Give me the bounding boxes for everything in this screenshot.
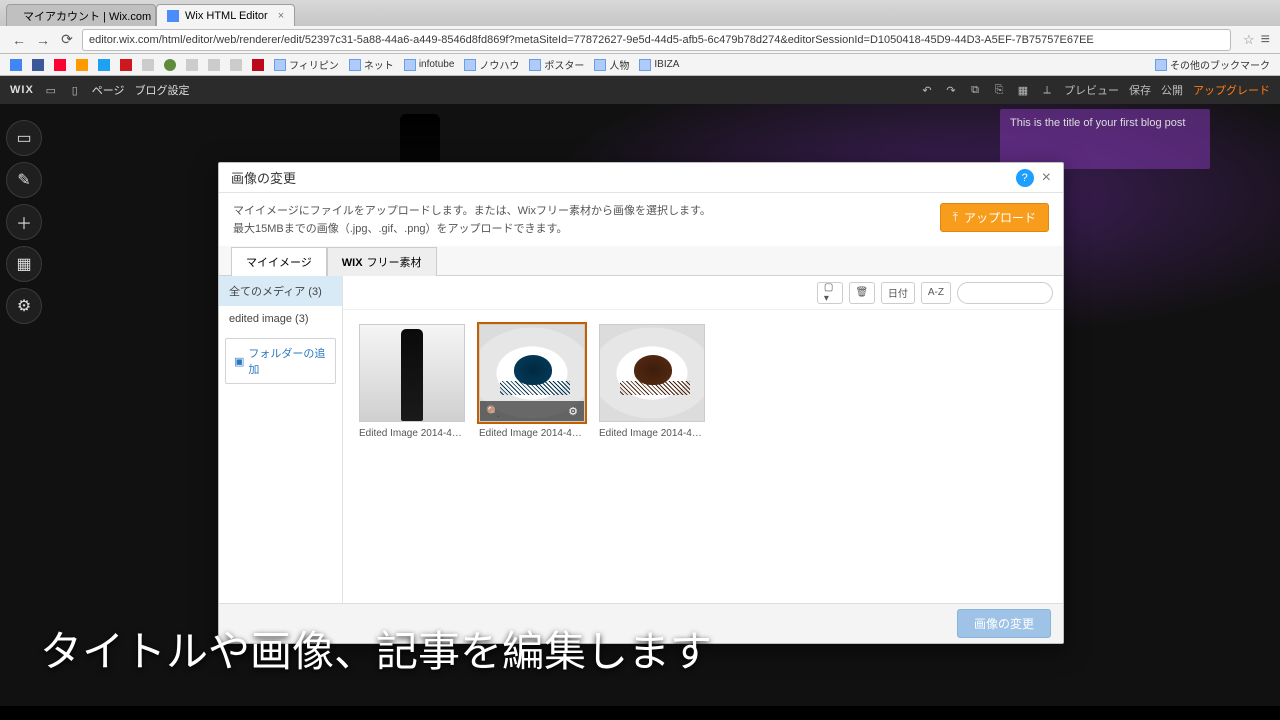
twitter-icon xyxy=(98,59,110,71)
folder-icon xyxy=(594,59,606,71)
add-folder-button[interactable]: ▣ フォルダーの追加 xyxy=(225,338,336,384)
gear-icon[interactable]: ⚙ xyxy=(568,405,578,418)
url-text: editor.wix.com/html/editor/web/renderer/… xyxy=(89,34,1094,46)
tab-title: マイアカウント | Wix.com xyxy=(23,8,151,24)
facebook-icon xyxy=(32,59,44,71)
chrome-menu-icon[interactable]: ≡ xyxy=(1261,31,1270,49)
media-thumb[interactable]: Edited Image 2014-4-29-... xyxy=(599,324,705,439)
upload-button[interactable]: ⤒ アップロード xyxy=(940,203,1049,232)
browser-tab[interactable]: Wix HTML Editor × xyxy=(156,4,295,26)
thumb-image xyxy=(359,324,465,422)
modal-body: 全てのメディア (3) edited image (3) ▣ フォルダーの追加 … xyxy=(219,276,1063,603)
bookmark-item[interactable] xyxy=(120,59,132,71)
tab-my-images[interactable]: マイイメージ xyxy=(231,247,327,276)
media-thumb[interactable]: Edited Image 2014-4-29-... xyxy=(359,324,465,439)
thumb-overlay: 🔍 ⚙ xyxy=(480,401,584,421)
sort-date-button[interactable]: 日付 xyxy=(881,282,915,304)
sort-az-button[interactable]: A-Z xyxy=(921,282,951,304)
bookmark-item[interactable] xyxy=(10,59,22,71)
bookmark-folder[interactable]: ポスター xyxy=(529,57,584,72)
search-wrap: 🔍 xyxy=(957,282,1053,304)
video-bottom-bar xyxy=(0,706,1280,720)
bookmark-item[interactable] xyxy=(98,59,110,71)
select-toggle[interactable]: ▢ ▾ xyxy=(817,282,843,304)
folder-icon xyxy=(529,59,541,71)
sidebar-item-all-media[interactable]: 全てのメディア (3) xyxy=(219,276,342,306)
page-content: WIX ▭ ▯ ページ ブログ設定 ↶ ↷ ⧉ ⎘ ▦ ⟂ プレビュー 保存 公… xyxy=(0,76,1280,720)
bookmark-item[interactable] xyxy=(186,59,198,71)
media-thumb[interactable]: 🔍 ⚙ Edited Image 2014-4-29-... xyxy=(479,324,585,439)
google-icon xyxy=(10,59,22,71)
folder-icon xyxy=(1155,59,1167,71)
bookmark-folder[interactable]: ネット xyxy=(349,57,394,72)
gallery: Edited Image 2014-4-29-... 🔍 ⚙ Edited Im… xyxy=(343,310,1063,603)
bookmark-folder[interactable]: フィリピン xyxy=(274,57,339,72)
search-input[interactable] xyxy=(957,282,1053,304)
url-field[interactable]: editor.wix.com/html/editor/web/renderer/… xyxy=(82,29,1231,51)
sidebar-item-edited[interactable]: edited image (3) xyxy=(219,306,342,332)
folder-icon xyxy=(349,59,361,71)
youtube-icon xyxy=(54,59,66,71)
bookmark-item[interactable] xyxy=(54,59,66,71)
pinterest-icon xyxy=(252,59,264,71)
bookmark-item[interactable] xyxy=(164,59,176,71)
modal-description-row: マイイメージにファイルをアップロードします。または、Wixフリー素材から画像を選… xyxy=(219,193,1063,246)
upload-icon: ⤒ xyxy=(953,210,958,225)
folder-icon xyxy=(274,59,286,71)
gallery-wrap: ▢ ▾ 🗑 日付 A-Z 🔍 Edited Image 2014-4-29-..… xyxy=(343,276,1063,603)
tab-wix-free[interactable]: WIXフリー素材 xyxy=(327,247,437,276)
reload-icon[interactable]: ⟳ xyxy=(58,31,76,49)
wiki-icon xyxy=(142,59,154,71)
other-bookmarks[interactable]: その他のブックマーク xyxy=(1155,57,1270,72)
bookmark-folder[interactable]: infotube xyxy=(404,59,455,71)
image-change-modal: 画像の変更 ? × マイイメージにファイルをアップロードします。または、Wixフ… xyxy=(218,162,1064,644)
modal-description: マイイメージにファイルをアップロードします。または、Wixフリー素材から画像を選… xyxy=(233,203,711,238)
bookmark-folder[interactable]: ノウハウ xyxy=(464,57,519,72)
help-icon[interactable]: ? xyxy=(1016,169,1034,187)
generic-icon xyxy=(208,59,220,71)
bookmark-item[interactable] xyxy=(142,59,154,71)
modal-footer: 画像の変更 xyxy=(219,603,1063,643)
bookmark-item[interactable] xyxy=(76,59,88,71)
gallery-toolbar: ▢ ▾ 🗑 日付 A-Z 🔍 xyxy=(343,276,1063,310)
modal-header: 画像の変更 ? × xyxy=(219,163,1063,193)
zoom-icon[interactable]: 🔍 xyxy=(486,405,500,418)
folder-icon xyxy=(404,59,416,71)
address-bar: ← → ⟳ editor.wix.com/html/editor/web/ren… xyxy=(0,26,1280,54)
bookmark-star-icon[interactable]: ☆ xyxy=(1243,32,1255,48)
browser-tab-strip: マイアカウント | Wix.com × Wix HTML Editor × xyxy=(0,0,1280,26)
favicon-icon xyxy=(167,10,179,22)
bookmark-item[interactable] xyxy=(252,59,264,71)
amazon-icon xyxy=(76,59,88,71)
folder-icon xyxy=(639,59,651,71)
apply-button[interactable]: 画像の変更 xyxy=(957,609,1051,638)
thumb-caption: Edited Image 2014-4-29-... xyxy=(359,428,465,439)
bookmark-folder[interactable]: 人物 xyxy=(594,57,629,72)
modal-title: 画像の変更 xyxy=(231,168,296,187)
forward-icon[interactable]: → xyxy=(34,31,52,49)
modal-tabs: マイイメージ WIXフリー素材 xyxy=(219,246,1063,276)
thumb-image xyxy=(599,324,705,422)
back-icon[interactable]: ← xyxy=(10,31,28,49)
close-icon[interactable]: × xyxy=(1042,169,1051,187)
bookmarks-bar: フィリピン ネット infotube ノウハウ ポスター 人物 IBIZA その… xyxy=(0,54,1280,76)
tab-title: Wix HTML Editor xyxy=(185,10,268,22)
folder-icon xyxy=(464,59,476,71)
thumb-image: 🔍 ⚙ xyxy=(479,324,585,422)
folder-plus-icon: ▣ xyxy=(234,355,244,368)
spotify-icon xyxy=(164,59,176,71)
bookmark-item[interactable] xyxy=(208,59,220,71)
generic-icon xyxy=(186,59,198,71)
bookmark-item[interactable] xyxy=(32,59,44,71)
browser-tab[interactable]: マイアカウント | Wix.com × xyxy=(6,4,156,26)
modal-sidebar: 全てのメディア (3) edited image (3) ▣ フォルダーの追加 xyxy=(219,276,343,603)
thumb-caption: Edited Image 2014-4-29-... xyxy=(479,428,585,439)
generic-icon xyxy=(230,59,242,71)
video-icon xyxy=(120,59,132,71)
bookmark-folder[interactable]: IBIZA xyxy=(639,59,679,71)
delete-button[interactable]: 🗑 xyxy=(849,282,875,304)
bookmark-item[interactable] xyxy=(230,59,242,71)
close-icon[interactable]: × xyxy=(278,10,284,22)
thumb-caption: Edited Image 2014-4-29-... xyxy=(599,428,705,439)
